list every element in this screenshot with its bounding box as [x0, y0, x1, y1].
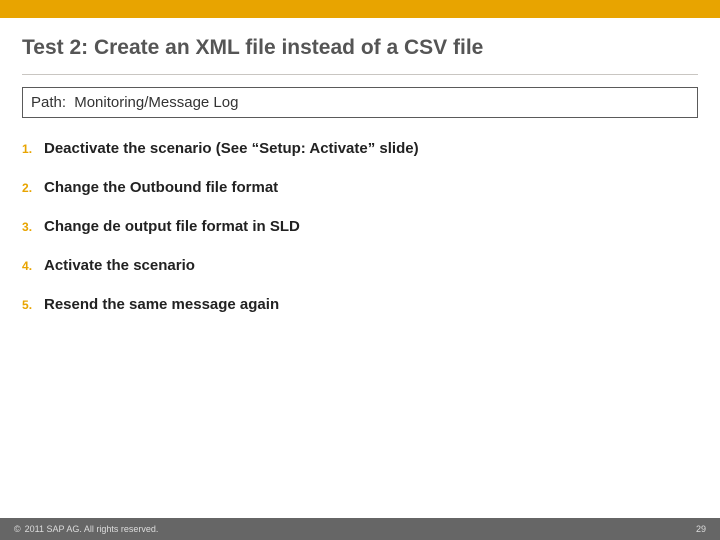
- slide-footer: © 2011 SAP AG. All rights reserved. 29: [0, 518, 720, 540]
- step-text: Deactivate the scenario (See “Setup: Act…: [44, 140, 419, 157]
- page-title: Test 2: Create an XML file instead of a …: [0, 18, 720, 74]
- path-box: Path: Monitoring/Message Log: [22, 87, 698, 118]
- steps-list: Deactivate the scenario (See “Setup: Act…: [0, 140, 720, 313]
- page-number: 29: [696, 524, 706, 534]
- copyright-text: 2011 SAP AG. All rights reserved.: [25, 524, 159, 534]
- list-item: Change de output file format in SLD: [22, 218, 698, 235]
- step-text: Resend the same message again: [44, 296, 279, 313]
- copyright-icon: ©: [14, 524, 21, 534]
- step-text: Activate the scenario: [44, 257, 195, 274]
- brand-top-bar: [0, 0, 720, 18]
- list-item: Deactivate the scenario (See “Setup: Act…: [22, 140, 698, 157]
- step-text: Change the Outbound file format: [44, 179, 278, 196]
- title-divider: [22, 74, 698, 75]
- step-text: Change de output file format in SLD: [44, 218, 300, 235]
- list-item: Change the Outbound file format: [22, 179, 698, 196]
- copyright: © 2011 SAP AG. All rights reserved.: [14, 524, 158, 534]
- list-item: Activate the scenario: [22, 257, 698, 274]
- path-label: Path:: [31, 94, 66, 111]
- list-item: Resend the same message again: [22, 296, 698, 313]
- path-value: Monitoring/Message Log: [74, 94, 238, 111]
